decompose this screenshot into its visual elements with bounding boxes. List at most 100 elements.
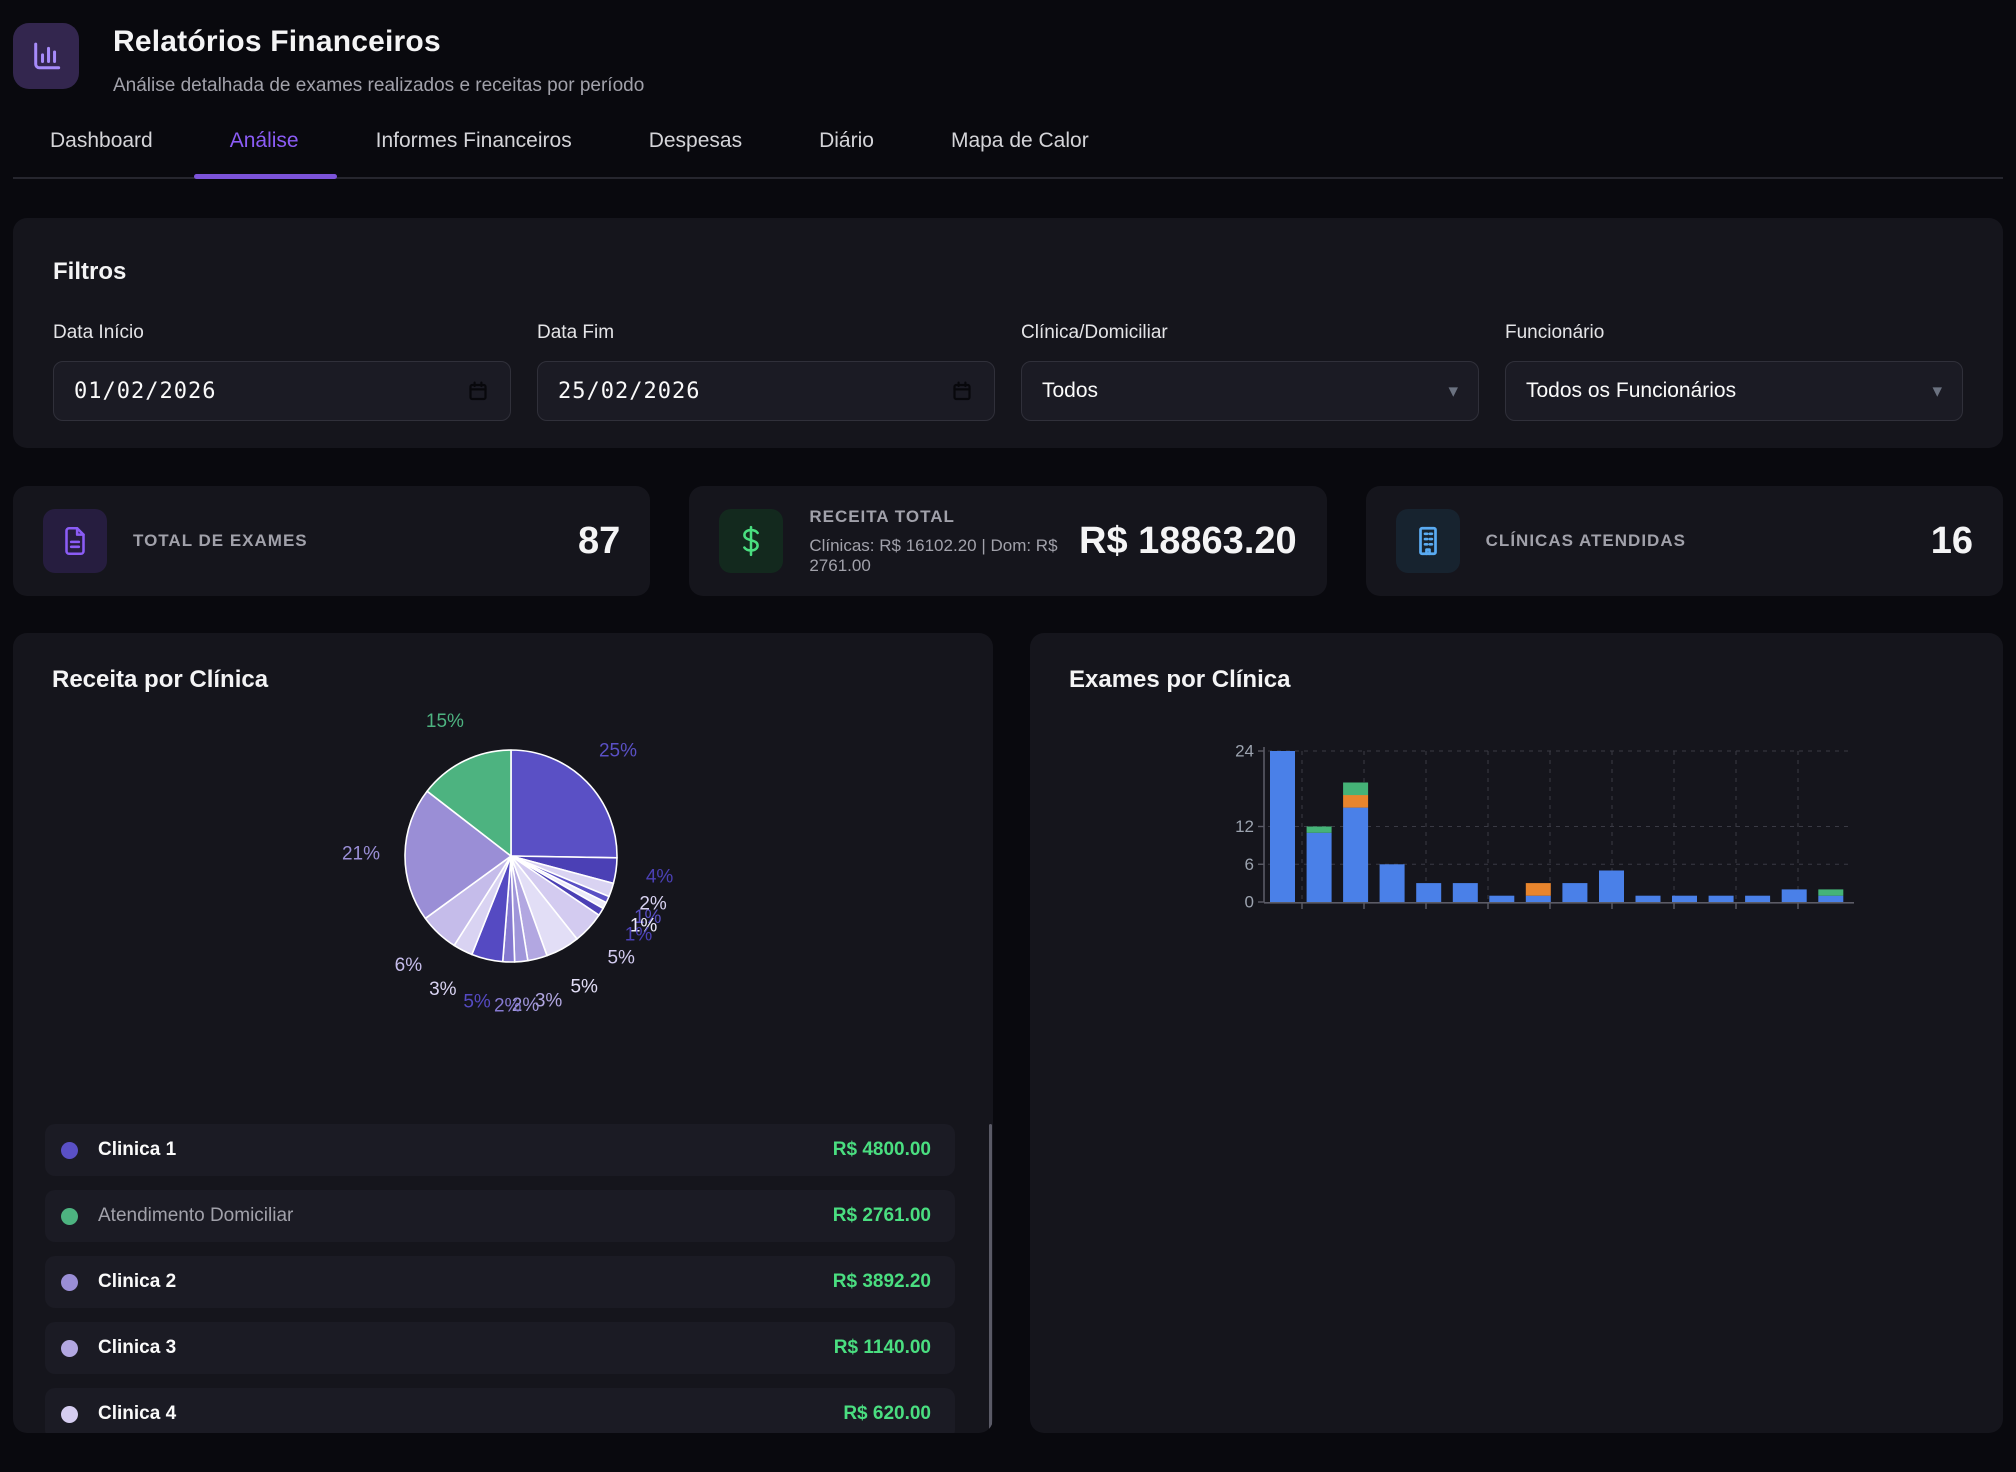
legend-name: Clinica 1 [98,1139,833,1161]
date-input-1[interactable]: 25/02/2026 [537,361,995,421]
select-3[interactable]: Todos os Funcionários▾ [1505,361,1963,421]
bar-7-exames-extra[interactable] [1526,883,1551,896]
bar-12-exames-clinica[interactable] [1709,896,1734,902]
stat-value: R$ 18863.20 [1079,520,1297,563]
bar-chart-title: Exames por Clínica [1030,633,2003,694]
bar-5-exames-clinica[interactable] [1453,883,1478,902]
bar-9-exames-clinica[interactable] [1599,871,1624,903]
filter-group-0: Data Início01/02/2026 [53,322,511,421]
bar-2-exames-domiciliar[interactable] [1343,783,1368,796]
bar-7-exames-clinica[interactable] [1526,896,1551,902]
bar-14-exames-clinica[interactable] [1782,889,1807,902]
bar-11-exames-clinica[interactable] [1672,896,1697,902]
bar-1-exames-domiciliar[interactable] [1307,827,1332,833]
y-axis-label: 24 [1235,742,1254,761]
tab-informes-financeiros[interactable]: Informes Financeiros [376,129,572,177]
revenue-by-clinic-card: Receita por Clínica 25%4%2%1%1%1%5%5%3%2… [13,633,993,1433]
control-value: 01/02/2026 [74,379,466,404]
pie-slice-label: 3% [429,979,457,1000]
stat-value: 87 [578,520,620,563]
calendar-icon[interactable] [950,379,974,403]
date-input-0[interactable]: 01/02/2026 [53,361,511,421]
control-value: Todos [1042,379,1448,403]
page-title: Relatórios Financeiros [113,23,644,59]
legend-row-1: Atendimento DomiciliarR$ 2761.00 [45,1190,955,1242]
bar-chart-icon [13,23,79,89]
bar-10-exames-clinica[interactable] [1636,896,1661,902]
page: Relatórios Financeiros Análise detalhada… [0,0,2016,1433]
control-value: 25/02/2026 [558,379,950,404]
y-axis-label: 6 [1245,855,1254,874]
legend-name: Atendimento Domiciliar [98,1205,833,1227]
stat-label: CLÍNICAS ATENDIDAS [1486,531,1915,551]
bar-2-exames-extra[interactable] [1343,795,1368,808]
tab-despesas[interactable]: Despesas [649,129,742,177]
filters-title: Filtros [53,258,1963,286]
building-icon [1396,509,1460,573]
bar-1-exames-clinica[interactable] [1307,833,1332,902]
legend-name: Clinica 3 [98,1337,834,1359]
bar-15-exames-clinica[interactable] [1818,896,1843,902]
stat-text: TOTAL DE EXAMES [133,531,562,551]
page-subtitle: Análise detalhada de exames realizados e… [113,75,644,97]
filter-label: Data Fim [537,322,995,344]
y-axis-label: 12 [1235,817,1254,836]
pie-slice-label: 5% [570,976,598,997]
stat-text: CLÍNICAS ATENDIDAS [1486,531,1915,551]
filter-label: Clínica/Domiciliar [1021,322,1479,344]
bar-8-exames-clinica[interactable] [1562,883,1587,902]
stat-card-receita-total: RECEITA TOTALClínicas: R$ 16102.20 | Dom… [689,486,1326,596]
stat-sub: Clínicas: R$ 16102.20 | Dom: R$ 2761.00 [809,536,1063,576]
select-2[interactable]: Todos▾ [1021,361,1479,421]
bar-0-exames-clinica[interactable] [1270,751,1295,902]
tab-dashboard[interactable]: Dashboard [50,129,153,177]
clinic-legend-list: Clinica 1R$ 4800.00 Atendimento Domicilia… [45,1124,955,1433]
legend-row-3: Clinica 3R$ 1140.00 [45,1322,955,1374]
filters-grid: Data Início01/02/2026 Data Fim 25/02/2026 C… [53,322,1963,421]
calendar-icon[interactable] [466,379,490,403]
pie-slice-label: 2% [494,996,522,1017]
tab-di-rio[interactable]: Diário [819,129,874,177]
control-value: Todos os Funcionários [1526,379,1932,403]
legend-name: Clinica 2 [98,1271,833,1293]
legend-color-dot [61,1142,78,1159]
pie-slice-0[interactable] [511,750,617,858]
pie-slice-label: 15% [426,711,464,732]
bar-13-exames-clinica[interactable] [1745,896,1770,902]
pie-slice-label: 21% [342,843,380,864]
bar-6-exames-clinica[interactable] [1489,896,1514,902]
pie-slice-label: 6% [395,955,423,976]
tab-mapa-de-calor[interactable]: Mapa de Calor [951,129,1089,177]
stat-card-cl-nicas-atendidas: CLÍNICAS ATENDIDAS 16 [1366,486,2003,596]
stats-row: TOTAL DE EXAMES 87 RECEITA TOTALClínicas: … [13,486,2003,596]
stat-value: 16 [1931,520,1973,563]
legend-scrollbar[interactable] [989,1124,992,1433]
chevron-down-icon: ▾ [1448,380,1458,403]
legend-color-dot [61,1340,78,1357]
bar-2-exames-clinica[interactable] [1343,808,1368,902]
revenue-pie-chart: 25%4%2%1%1%1%5%5%3%2%2%5%3%6%21%15% [13,633,993,1123]
legend-row-0: Clinica 1R$ 4800.00 [45,1124,955,1176]
tab-an-lise[interactable]: Análise [230,129,299,177]
bar-15-exames-domiciliar[interactable] [1818,889,1843,895]
legend-name: Clinica 4 [98,1403,843,1425]
filter-group-3: Funcionário Todos os Funcionários▾ [1505,322,1963,421]
legend-color-dot [61,1274,78,1291]
filter-group-1: Data Fim 25/02/2026 [537,322,995,421]
filter-label: Funcionário [1505,322,1963,344]
legend-value: R$ 1140.00 [834,1337,931,1359]
filters-card: Filtros Data Início01/02/2026 Data Fim 25/… [13,218,2003,448]
pie-slice-label: 1% [625,925,653,946]
charts-row: Receita por Clínica 25%4%2%1%1%1%5%5%3%2… [13,633,2003,1433]
stat-label: TOTAL DE EXAMES [133,531,562,551]
chevron-down-icon: ▾ [1932,380,1942,403]
legend-color-dot [61,1208,78,1225]
legend-value: R$ 620.00 [843,1403,931,1425]
legend-value: R$ 3892.20 [833,1271,931,1293]
pie-slice-label: 5% [607,947,635,968]
bar-3-exames-clinica[interactable] [1380,864,1405,902]
bar-4-exames-clinica[interactable] [1416,883,1441,902]
pie-slice-label: 5% [463,992,491,1013]
filter-group-2: Clínica/Domiciliar Todos▾ [1021,322,1479,421]
page-header: Relatórios Financeiros Análise detalhada… [13,23,2003,97]
